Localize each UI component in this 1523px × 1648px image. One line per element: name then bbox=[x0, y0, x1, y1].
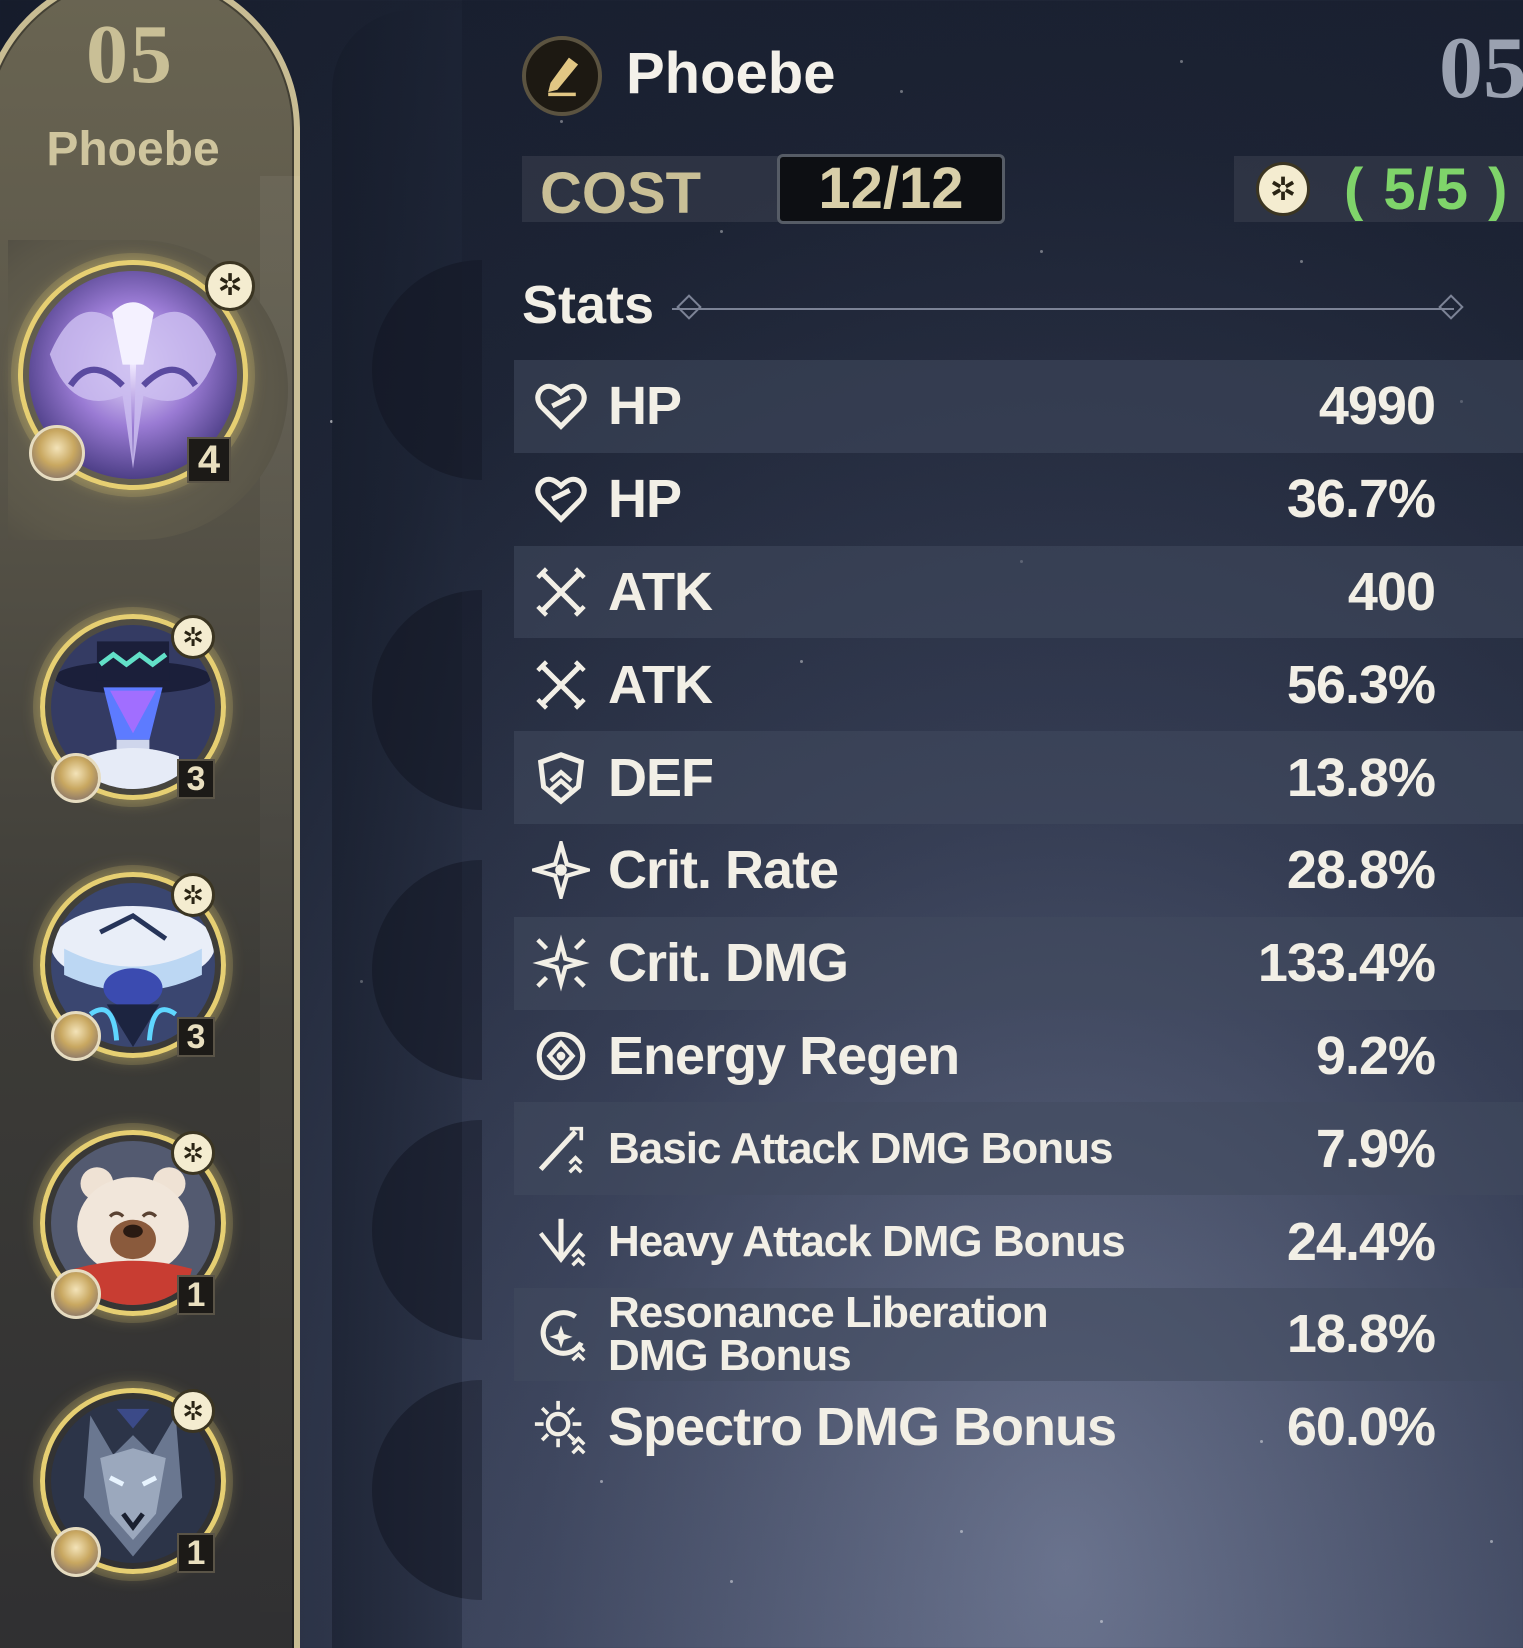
stat-row-resonance-liberation: Resonance Liberation DMG Bonus 18.8% bbox=[514, 1287, 1523, 1381]
stat-name: ATK bbox=[608, 654, 713, 715]
sonata-set-icon: ✲ bbox=[205, 261, 255, 311]
equipped-character-avatar bbox=[51, 1527, 101, 1577]
stat-value: 24.4% bbox=[1286, 1211, 1436, 1272]
stat-value: 9.2% bbox=[1315, 1025, 1436, 1086]
cost-box: COST 12/12 bbox=[522, 154, 1005, 226]
stat-row-atk: ATK 400 bbox=[514, 545, 1523, 639]
divider-diamond-right bbox=[1438, 294, 1464, 320]
crit-rate-icon bbox=[526, 835, 596, 905]
cost-label: COST bbox=[540, 161, 702, 226]
echo-slot-1[interactable]: ✲ 4 bbox=[18, 260, 255, 490]
stat-value: 28.8% bbox=[1286, 840, 1436, 901]
def-icon bbox=[526, 743, 596, 813]
stat-row-hp: HP 4990 bbox=[514, 360, 1523, 453]
echo-cost-badge: 3 bbox=[177, 1017, 215, 1057]
character-edit-icon[interactable] bbox=[522, 36, 602, 116]
crit-dmg-icon bbox=[526, 928, 596, 998]
atk-icon bbox=[526, 557, 596, 627]
stat-value: 400 bbox=[1347, 561, 1436, 622]
stat-row-atk-percent: ATK 56.3% bbox=[514, 638, 1523, 731]
basic-attack-icon bbox=[526, 1114, 596, 1184]
equipped-character-avatar bbox=[51, 753, 101, 803]
sonata-set-status[interactable]: ✲ ( 5/5 ) bbox=[1234, 156, 1523, 222]
stat-name: Resonance Liberation DMG Bonus bbox=[608, 1288, 1049, 1381]
stat-row-basic-attack: Basic Attack DMG Bonus 7.9% bbox=[514, 1102, 1523, 1196]
stats-title: Stats bbox=[522, 275, 655, 335]
heavy-attack-icon bbox=[526, 1207, 596, 1277]
stat-value: 36.7% bbox=[1286, 469, 1436, 530]
stat-row-crit-rate: Crit. Rate 28.8% bbox=[514, 824, 1523, 917]
stat-value: 56.3% bbox=[1286, 654, 1436, 715]
echo-detail-panel: Phoebe 05 COST 12/12 ✲ ( 5/5 ) Stats HP … bbox=[462, 0, 1523, 1648]
echo-slot-3[interactable]: ✲ 3 bbox=[40, 872, 226, 1061]
slot-number-label: 05 bbox=[1439, 20, 1523, 117]
echo-slot-2[interactable]: ✲ 3 bbox=[40, 614, 226, 803]
echo-cost-badge: 1 bbox=[177, 1533, 215, 1573]
energy-regen-icon bbox=[526, 1021, 596, 1091]
stat-name: Heavy Attack DMG Bonus bbox=[608, 1217, 1126, 1267]
stat-value: 7.9% bbox=[1315, 1118, 1436, 1179]
stat-name: HP bbox=[608, 376, 682, 437]
hp-icon bbox=[526, 371, 596, 441]
echo-cost-badge: 3 bbox=[177, 759, 215, 799]
sonata-set-icon: ✲ bbox=[171, 1131, 215, 1175]
sonata-set-icon: ✲ bbox=[171, 1389, 215, 1433]
equipped-character-avatar bbox=[51, 1011, 101, 1061]
divider-diamond-left bbox=[676, 294, 702, 320]
cost-value: 12/12 bbox=[777, 154, 1005, 224]
resonance-liberation-icon bbox=[526, 1299, 596, 1369]
echo-slot-5[interactable]: ✲ 1 bbox=[40, 1388, 226, 1577]
stat-name: Crit. DMG bbox=[608, 933, 849, 994]
stat-name: Crit. Rate bbox=[608, 840, 839, 901]
hp-icon bbox=[526, 464, 596, 534]
equipped-character-avatar bbox=[29, 425, 85, 481]
stat-name: Basic Attack DMG Bonus bbox=[608, 1123, 1113, 1173]
stat-value: 18.8% bbox=[1286, 1304, 1436, 1365]
sonata-set-icon: ✲ bbox=[1256, 162, 1310, 216]
spectro-icon bbox=[526, 1392, 596, 1462]
stat-value: 13.8% bbox=[1286, 747, 1436, 808]
stat-row-energy-regen: Energy Regen 9.2% bbox=[514, 1010, 1523, 1103]
sonata-set-icon: ✲ bbox=[171, 873, 215, 917]
character-name: Phoebe bbox=[626, 41, 836, 106]
stat-value: 60.0% bbox=[1286, 1397, 1436, 1458]
equipped-character-avatar bbox=[51, 1269, 101, 1319]
stat-name: Energy Regen bbox=[608, 1025, 960, 1086]
sonata-set-icon: ✲ bbox=[171, 615, 215, 659]
stat-value: 133.4% bbox=[1257, 933, 1436, 994]
stat-row-spectro: Spectro DMG Bonus 60.0% bbox=[514, 1381, 1523, 1474]
sonata-set-count: ( 5/5 ) bbox=[1344, 157, 1510, 222]
stat-row-def: DEF 13.8% bbox=[514, 731, 1523, 824]
stat-name: Spectro DMG Bonus bbox=[608, 1397, 1117, 1458]
middle-decoration bbox=[332, 10, 482, 1648]
stat-row-hp-percent: HP 36.7% bbox=[514, 453, 1523, 546]
stat-name: HP bbox=[608, 469, 682, 530]
stat-row-crit-dmg: Crit. DMG 133.4% bbox=[514, 916, 1523, 1010]
stats-divider bbox=[672, 308, 1454, 310]
stat-name: ATK bbox=[608, 561, 713, 622]
echo-cost-badge: 4 bbox=[187, 437, 231, 483]
slot-number: 05 bbox=[86, 8, 174, 101]
stat-row-heavy-attack: Heavy Attack DMG Bonus 24.4% bbox=[514, 1195, 1523, 1288]
stat-value: 4990 bbox=[1318, 376, 1436, 437]
echo-slot-4[interactable]: ✲ 1 bbox=[40, 1130, 226, 1319]
atk-icon bbox=[526, 650, 596, 720]
stat-name: DEF bbox=[608, 747, 714, 808]
slot-character-name: Phoebe bbox=[46, 123, 220, 176]
stats-list: HP 4990 HP 36.7% ATK 400 ATK 56.3% DEF 1… bbox=[514, 360, 1523, 1474]
echo-cost-badge: 1 bbox=[177, 1275, 215, 1315]
